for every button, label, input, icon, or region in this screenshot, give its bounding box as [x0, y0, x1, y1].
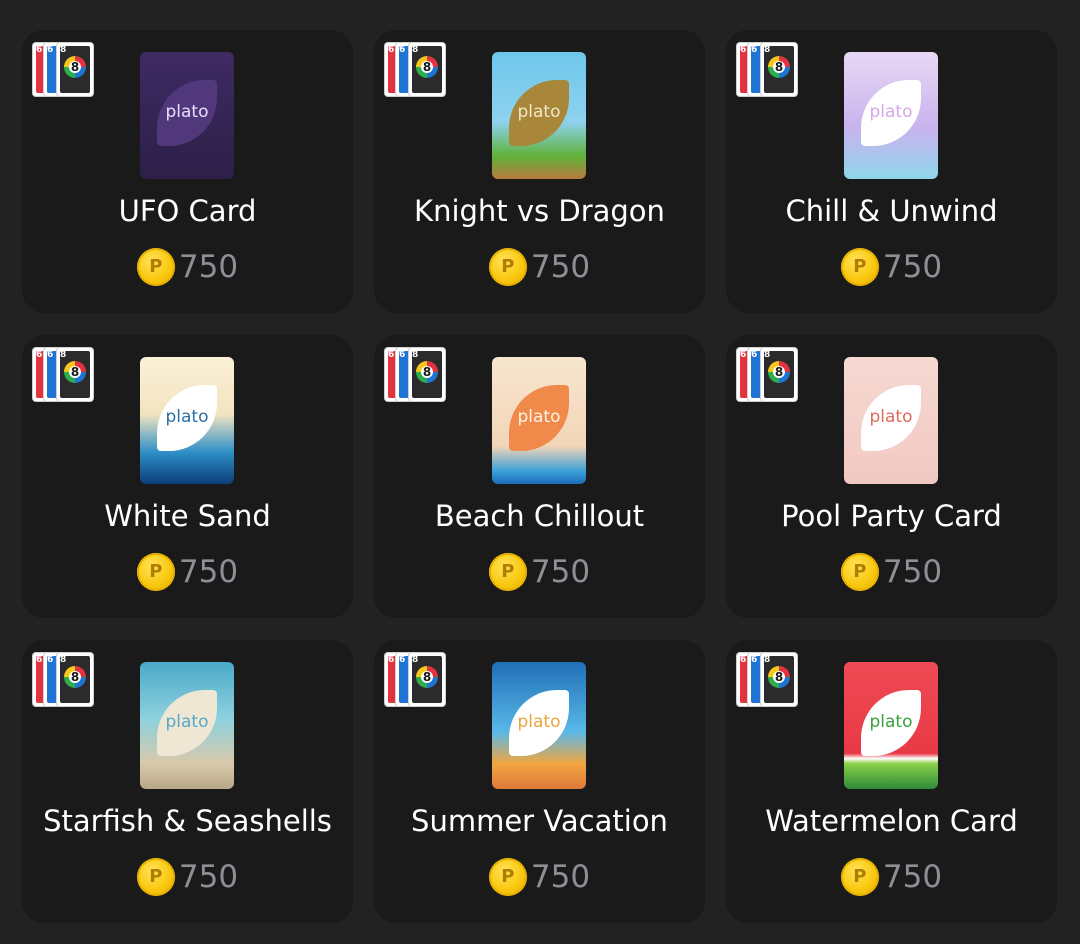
coin-icon: P [488, 248, 527, 286]
shop-item-tile[interactable]: 6 6 88 plato UFO Card P 750 [22, 30, 353, 313]
item-price: P 750 [374, 553, 705, 591]
price-amount: 750 [178, 859, 239, 895]
card-back-preview: plato [844, 662, 938, 789]
card-back-preview: plato [492, 357, 586, 484]
price-amount: 750 [882, 554, 943, 590]
card-brand-text: plato [165, 407, 209, 427]
item-title: White Sand [104, 499, 271, 533]
card-back-preview: plato [844, 52, 938, 179]
shop-item-tile[interactable]: 6 6 88 plato Chill & Unwind P 750 [726, 30, 1057, 313]
coin-icon: P [136, 858, 175, 896]
coin-icon: P [840, 553, 879, 591]
coin-icon: P [136, 553, 175, 591]
item-price: P 750 [22, 248, 353, 286]
shop-item-tile[interactable]: 6 6 88 plato Summer Vacation P 750 [374, 640, 705, 923]
card-game-badge-icon: 6 6 88 [33, 653, 97, 709]
item-title: Summer Vacation [411, 804, 668, 838]
card-back-preview: plato [844, 357, 938, 484]
card-game-badge-icon: 6 6 88 [737, 348, 801, 404]
card-game-badge-icon: 6 6 88 [385, 653, 449, 709]
card-brand-text: plato [165, 712, 209, 732]
card-back-preview: plato [140, 662, 234, 789]
card-game-badge-icon: 6 6 88 [33, 348, 97, 404]
card-game-badge-icon: 6 6 88 [33, 43, 97, 99]
shop-item-tile[interactable]: 6 6 88 plato Knight vs Dragon P 750 [374, 30, 705, 313]
card-brand-text: plato [869, 712, 913, 732]
card-brand-text: plato [869, 102, 913, 122]
price-amount: 750 [882, 249, 943, 285]
coin-icon: P [488, 553, 527, 591]
item-price: P 750 [374, 858, 705, 896]
card-back-preview: plato [140, 52, 234, 179]
shop-item-tile[interactable]: 6 6 88 plato Watermelon Card P 750 [726, 640, 1057, 923]
card-brand-text: plato [517, 102, 561, 122]
card-brand-text: plato [869, 407, 913, 427]
card-back-preview: plato [140, 357, 234, 484]
item-title: Starfish & Seashells [43, 804, 332, 838]
shop-item-tile[interactable]: 6 6 88 plato Pool Party Card P 750 [726, 335, 1057, 618]
card-game-badge-icon: 6 6 88 [737, 653, 801, 709]
price-amount: 750 [530, 249, 591, 285]
card-shop-grid: 6 6 88 plato UFO Card P 750 6 6 88 plato… [22, 30, 1057, 923]
card-back-preview: plato [492, 662, 586, 789]
item-title: UFO Card [118, 194, 257, 228]
card-brand-text: plato [165, 102, 209, 122]
price-amount: 750 [530, 554, 591, 590]
shop-item-tile[interactable]: 6 6 88 plato Starfish & Seashells P 750 [22, 640, 353, 923]
item-price: P 750 [726, 858, 1057, 896]
coin-icon: P [840, 248, 879, 286]
coin-icon: P [840, 858, 879, 896]
card-back-preview: plato [492, 52, 586, 179]
price-amount: 750 [178, 249, 239, 285]
card-game-badge-icon: 6 6 88 [385, 43, 449, 99]
item-price: P 750 [726, 553, 1057, 591]
card-brand-text: plato [517, 407, 561, 427]
item-title: Pool Party Card [781, 499, 1002, 533]
item-price: P 750 [726, 248, 1057, 286]
price-amount: 750 [178, 554, 239, 590]
item-price: P 750 [374, 248, 705, 286]
coin-icon: P [136, 248, 175, 286]
item-price: P 750 [22, 858, 353, 896]
item-title: Knight vs Dragon [414, 194, 665, 228]
item-title: Chill & Unwind [785, 194, 998, 228]
item-title: Beach Chillout [434, 499, 645, 533]
shop-item-tile[interactable]: 6 6 88 plato Beach Chillout P 750 [374, 335, 705, 618]
card-game-badge-icon: 6 6 88 [737, 43, 801, 99]
coin-icon: P [488, 858, 527, 896]
price-amount: 750 [530, 859, 591, 895]
card-brand-text: plato [517, 712, 561, 732]
item-title: Watermelon Card [765, 804, 1018, 838]
shop-item-tile[interactable]: 6 6 88 plato White Sand P 750 [22, 335, 353, 618]
card-game-badge-icon: 6 6 88 [385, 348, 449, 404]
item-price: P 750 [22, 553, 353, 591]
price-amount: 750 [882, 859, 943, 895]
